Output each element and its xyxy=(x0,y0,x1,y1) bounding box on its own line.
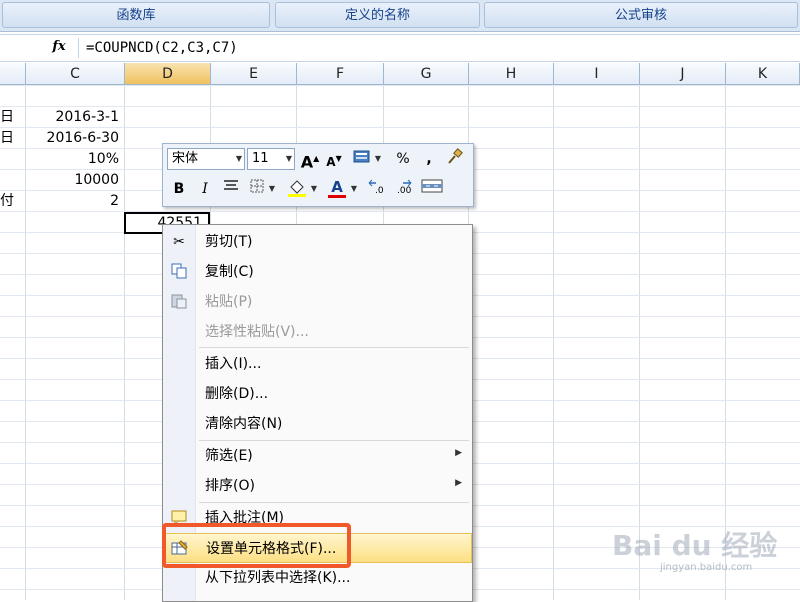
italic-button[interactable]: I xyxy=(195,178,215,200)
menu-item-label: 清除内容(N) xyxy=(205,416,283,432)
formula-input[interactable]: =COUPNCD(C2,C3,C7) xyxy=(86,38,238,58)
column-header-C[interactable]: C xyxy=(26,63,125,85)
menu-item-label: 剪切(T) xyxy=(205,234,253,250)
chevron-down-icon: ▼ xyxy=(285,154,292,163)
menu-item-label: 从下拉列表中选择(K)... xyxy=(205,570,351,586)
chevron-down-icon: ▼ xyxy=(235,154,242,163)
borders-button[interactable] xyxy=(247,178,267,200)
ribbon-group-function-library[interactable]: 函数库 xyxy=(2,2,270,28)
fill-color-button[interactable] xyxy=(287,178,307,200)
font-size-select[interactable]: 11 ▼ xyxy=(247,148,295,170)
merge-cells-icon xyxy=(421,179,443,193)
shrink-font-button[interactable]: A▼ xyxy=(324,148,344,170)
column-header-F[interactable]: F xyxy=(297,63,384,85)
copy-icon xyxy=(169,263,189,281)
increase-decimal-icon: .0 xyxy=(368,179,384,196)
chevron-down-icon[interactable]: ▼ xyxy=(373,148,383,170)
menu-item-insert[interactable]: 插入(I)... xyxy=(163,349,472,379)
shrink-font-icon: A xyxy=(326,155,336,169)
format-painter-button[interactable] xyxy=(445,148,465,170)
menu-item-label: 粘贴(P) xyxy=(205,294,253,310)
row-label-cell[interactable]: 日 xyxy=(0,128,24,149)
align-center-icon xyxy=(224,180,238,190)
cell-C5[interactable]: 10000 xyxy=(26,170,125,191)
paste-icon xyxy=(169,293,189,311)
formula-bar: fx =COUPNCD(C2,C3,C7) xyxy=(0,34,800,62)
grow-font-button[interactable]: A▲ xyxy=(300,148,320,172)
annotation-highlight-box xyxy=(162,523,351,568)
chevron-down-icon[interactable]: ▼ xyxy=(309,178,319,200)
menu-item-label: 复制(C) xyxy=(205,264,254,280)
menu-item-sort[interactable]: 排序(O) ▶ xyxy=(163,471,472,501)
chevron-down-icon[interactable]: ▼ xyxy=(349,178,359,200)
increase-decimal-button[interactable]: .0 xyxy=(367,178,387,200)
column-header-H[interactable]: H xyxy=(469,63,554,85)
menu-item-label: 排序(O) xyxy=(205,478,255,494)
font-color-button[interactable]: A xyxy=(327,178,347,200)
column-header-K[interactable]: K xyxy=(726,63,800,85)
menu-item-label: 筛选(E) xyxy=(205,448,253,464)
row-label-cell[interactable]: 付 xyxy=(0,191,24,212)
scissors-icon: ✂ xyxy=(173,234,185,250)
cell-C4[interactable]: 10% xyxy=(26,149,125,170)
column-header-D[interactable]: D xyxy=(125,63,211,85)
border-icon xyxy=(250,179,264,193)
decrease-decimal-button[interactable]: .00 xyxy=(393,178,413,200)
menu-item-copy[interactable]: 复制(C) xyxy=(163,257,472,287)
brush-icon xyxy=(448,148,463,164)
menu-item-cut[interactable]: ✂ 剪切(T) xyxy=(163,227,472,257)
menu-item-filter[interactable]: 筛选(E) ▶ xyxy=(163,441,472,471)
ribbon-group-defined-names[interactable]: 定义的名称 xyxy=(275,2,480,28)
font-name-value: 宋体 xyxy=(172,151,199,166)
bold-button[interactable]: B xyxy=(169,178,189,200)
font-name-select[interactable]: 宋体 ▼ xyxy=(167,148,245,170)
center-align-button[interactable] xyxy=(221,178,241,200)
grow-font-icon: A xyxy=(300,152,314,172)
column-header-G[interactable]: G xyxy=(384,63,469,85)
row-label-cell[interactable]: 日 xyxy=(0,107,24,128)
menu-item-label: 选择性粘贴(V)... xyxy=(205,324,309,340)
menu-item-paste-special[interactable]: 选择性粘贴(V)... xyxy=(163,317,472,347)
fx-icon[interactable]: fx xyxy=(48,38,70,56)
ribbon-group-formula-auditing[interactable]: 公式审核 xyxy=(484,2,798,28)
font-size-value: 11 xyxy=(252,151,269,166)
menu-separator xyxy=(199,347,469,348)
ribbon: 函数库 定义的名称 公式审核 xyxy=(0,0,800,32)
percent-style-button[interactable]: % xyxy=(393,148,413,170)
column-header-E[interactable]: E xyxy=(211,63,297,85)
decrease-decimal-icon: .00 xyxy=(397,179,412,196)
submenu-arrow-icon: ▶ xyxy=(455,478,462,488)
menu-item-paste[interactable]: 粘贴(P) xyxy=(163,287,472,317)
mini-toolbar: 宋体 ▼ 11 ▼ A▲ A▼ ▼ % , B I ▼ ▼ A ▼ .0 .00 xyxy=(162,143,474,207)
menu-item-label: 插入(I)... xyxy=(205,356,262,372)
submenu-arrow-icon: ▶ xyxy=(455,448,462,458)
comma-style-button[interactable]: , xyxy=(419,148,439,170)
column-header-J[interactable]: J xyxy=(640,63,726,85)
menu-item-clear-contents[interactable]: 清除内容(N) xyxy=(163,409,472,439)
cell-C3[interactable]: 2016-6-30 xyxy=(26,128,125,149)
divider xyxy=(78,38,79,58)
column-header-I[interactable]: I xyxy=(554,63,640,85)
svg-text:.0: .0 xyxy=(375,186,384,196)
chevron-down-icon[interactable]: ▼ xyxy=(267,178,277,200)
menu-item-label: 删除(D)... xyxy=(205,386,269,402)
cell-C6[interactable]: 2 xyxy=(26,191,125,212)
cell-C2[interactable]: 2016-3-1 xyxy=(26,107,125,128)
format-painter-dropdown[interactable] xyxy=(352,148,372,170)
merge-center-button[interactable] xyxy=(421,178,443,200)
menu-item-delete[interactable]: 删除(D)... xyxy=(163,379,472,409)
font-color-icon: A xyxy=(331,178,343,196)
font-color-swatch xyxy=(328,195,346,198)
column-header-B[interactable] xyxy=(0,63,26,85)
table-style-icon xyxy=(353,150,370,163)
svg-text:.00: .00 xyxy=(397,186,412,196)
paint-bucket-icon xyxy=(288,180,306,197)
